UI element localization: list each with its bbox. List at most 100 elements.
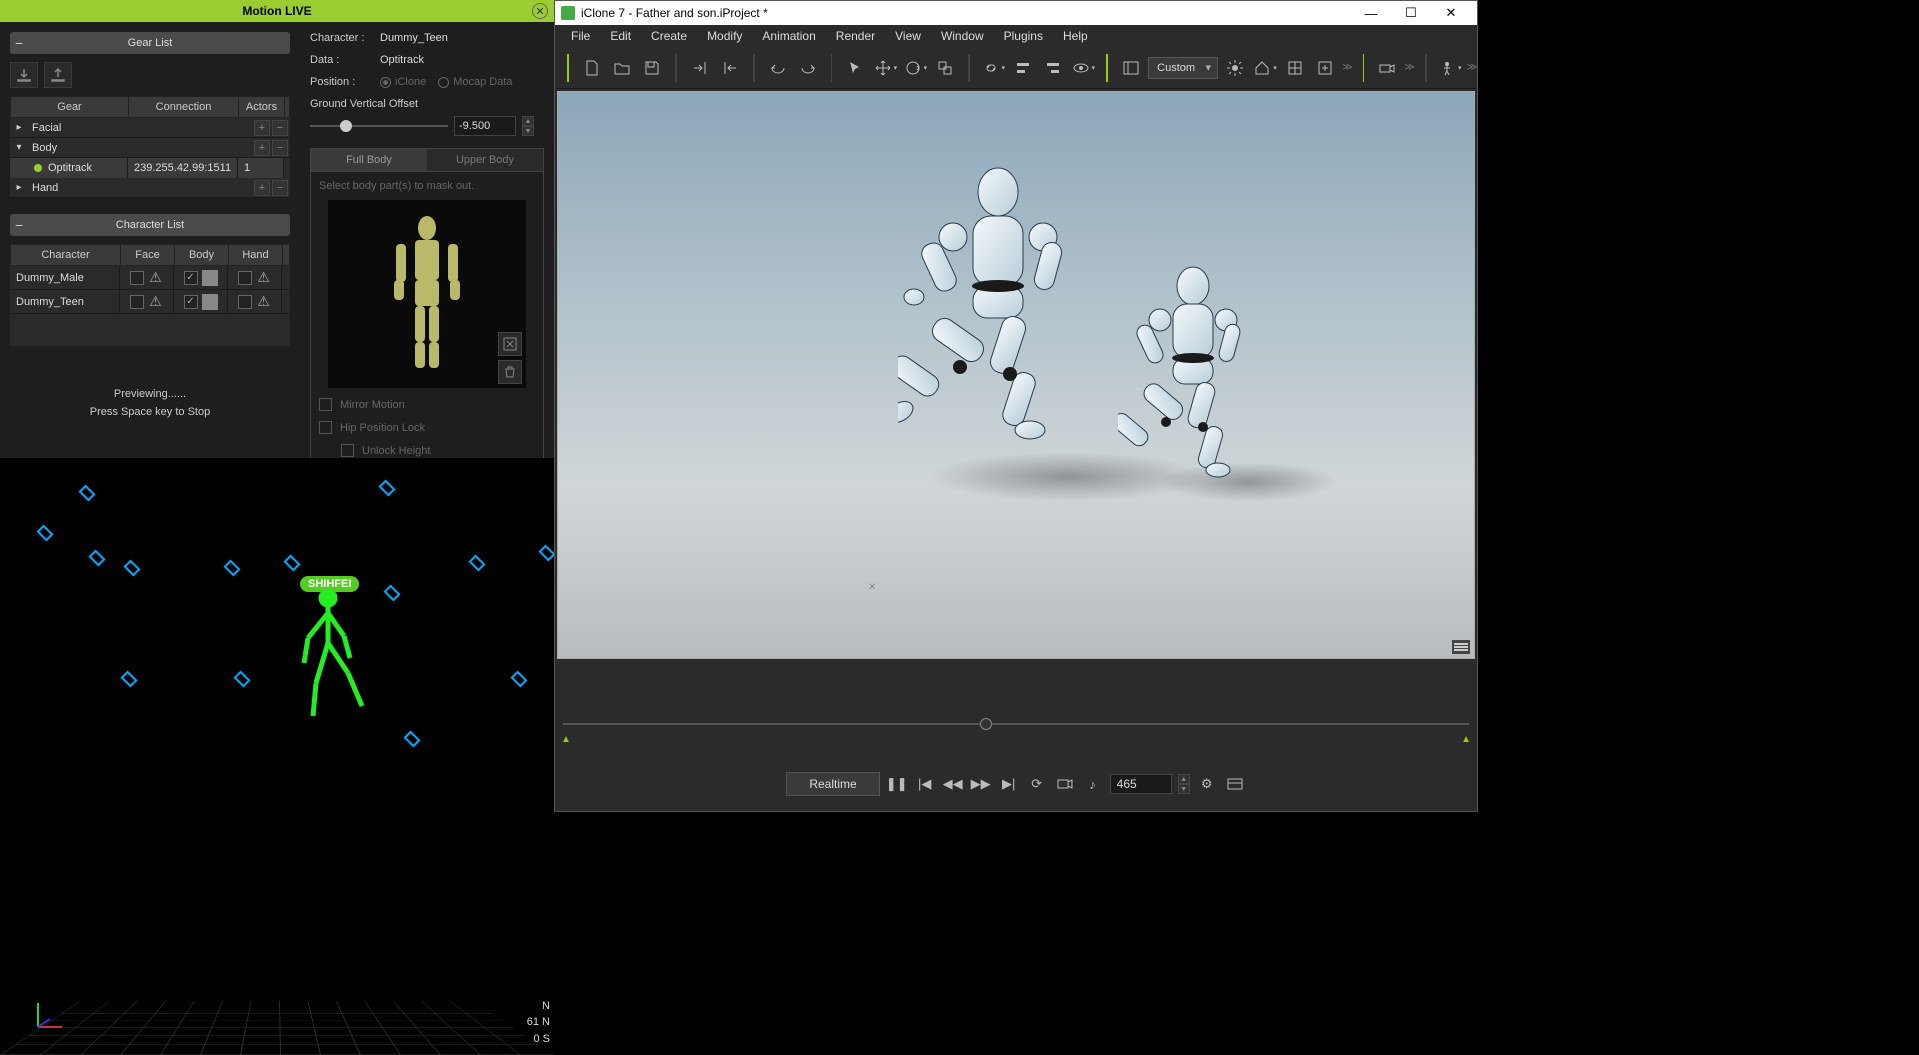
rotate-tool-button[interactable]: ▾: [902, 54, 928, 82]
move-tool-button[interactable]: ▾: [872, 54, 898, 82]
loop-button[interactable]: ⟳: [1026, 773, 1048, 795]
select-tool-button[interactable]: [842, 54, 868, 82]
save-button[interactable]: [639, 54, 665, 82]
camera-button[interactable]: [1374, 54, 1400, 82]
mask-expand-button[interactable]: [498, 332, 522, 356]
settings-button[interactable]: ⚙: [1196, 773, 1218, 795]
snap-button[interactable]: [1282, 54, 1308, 82]
menu-modify[interactable]: Modify: [697, 29, 752, 43]
timeline-track[interactable]: [563, 723, 1469, 725]
maximize-button[interactable]: ☐: [1391, 1, 1431, 25]
slider-thumb[interactable]: [340, 120, 352, 132]
remove-button[interactable]: −: [272, 180, 288, 196]
record-button[interactable]: [1054, 773, 1076, 795]
menu-create[interactable]: Create: [641, 29, 697, 43]
undo-button[interactable]: [765, 54, 791, 82]
add-button[interactable]: +: [254, 120, 270, 136]
expand-icon[interactable]: ▸: [10, 122, 28, 133]
step-fwd-button[interactable]: ▶▶: [970, 773, 992, 795]
spin-up-button[interactable]: ▲: [522, 116, 534, 126]
timeline-playhead[interactable]: [980, 718, 992, 730]
new-file-button[interactable]: [579, 54, 605, 82]
collapse-icon[interactable]: ▾: [10, 142, 28, 153]
playback-mode-button[interactable]: Realtime: [786, 772, 879, 796]
offset-slider[interactable]: [310, 125, 448, 127]
robot-father[interactable]: [898, 162, 1078, 482]
offset-input[interactable]: [454, 116, 516, 136]
gear-import-button[interactable]: [10, 62, 38, 88]
menu-edit[interactable]: Edit: [600, 29, 641, 43]
menu-animation[interactable]: Animation: [752, 29, 825, 43]
remove-button[interactable]: −: [272, 120, 288, 136]
gear-row-optitrack[interactable]: Optitrack 239.255.42.99:1511 1: [10, 158, 290, 178]
remove-button[interactable]: −: [272, 140, 288, 156]
hip-lock-option[interactable]: Hip Position Lock: [319, 421, 535, 434]
menu-window[interactable]: Window: [931, 29, 994, 43]
timeline-end-marker[interactable]: ▲: [1461, 734, 1471, 745]
collapse-icon[interactable]: −: [15, 217, 23, 233]
char-row[interactable]: Dummy_Teen ⚠ ⚠: [10, 290, 290, 314]
import-button[interactable]: [687, 54, 713, 82]
checkbox-icon[interactable]: [319, 421, 332, 434]
frame-down-button[interactable]: ▼: [1178, 784, 1190, 794]
body-icon[interactable]: [202, 270, 218, 286]
add-button[interactable]: +: [254, 180, 270, 196]
toolbar-more-icon[interactable]: ≫: [1342, 62, 1352, 73]
look-at-button[interactable]: ▾: [1070, 54, 1096, 82]
hand-checkbox[interactable]: [238, 271, 252, 285]
motion-live-close-button[interactable]: ✕: [532, 3, 548, 19]
open-file-button[interactable]: [609, 54, 635, 82]
pause-button[interactable]: ❚❚: [886, 773, 908, 795]
export-button[interactable]: [717, 54, 743, 82]
close-button[interactable]: ✕: [1431, 1, 1471, 25]
mask-delete-button[interactable]: [498, 360, 522, 384]
timeline-start-marker[interactable]: ▲: [561, 734, 571, 745]
gear-row-facial[interactable]: ▸ Facial +−: [10, 118, 290, 138]
iclone-viewport[interactable]: ✕: [557, 91, 1475, 659]
timeline-panel-button[interactable]: [1224, 773, 1246, 795]
checkbox-icon[interactable]: [319, 398, 332, 411]
checkbox-icon[interactable]: [341, 444, 354, 457]
scale-tool-button[interactable]: [932, 54, 958, 82]
body-checkbox[interactable]: [184, 295, 198, 309]
robot-son[interactable]: [1118, 262, 1248, 492]
char-row[interactable]: Dummy_Male ⚠ ⚠: [10, 266, 290, 290]
zoom-button[interactable]: [1312, 54, 1338, 82]
toolbar-more-icon[interactable]: ≫: [1404, 62, 1414, 73]
full-body-tab[interactable]: Full Body: [311, 149, 427, 171]
gear-export-button[interactable]: [44, 62, 72, 88]
viewport-menu-button[interactable]: [1452, 640, 1470, 654]
optitrack-viewport[interactable]: SHIHFEI N 61 N 0 S: [0, 458, 554, 1055]
hand-checkbox[interactable]: [238, 295, 252, 309]
iclone-titlebar[interactable]: iClone 7 - Father and son.iProject * — ☐…: [555, 1, 1477, 25]
body-checkbox[interactable]: [184, 271, 198, 285]
shading-mode-select[interactable]: Custom: [1148, 57, 1218, 79]
mask-preview[interactable]: [328, 200, 526, 388]
frame-up-button[interactable]: ▲: [1178, 774, 1190, 784]
viewport-layout-button[interactable]: [1118, 54, 1144, 82]
menu-file[interactable]: File: [561, 29, 600, 43]
menu-help[interactable]: Help: [1053, 29, 1098, 43]
face-checkbox[interactable]: [130, 295, 144, 309]
menu-plugins[interactable]: Plugins: [994, 29, 1053, 43]
align2-button[interactable]: [1040, 54, 1066, 82]
frame-input[interactable]: [1110, 774, 1172, 794]
gear-row-hand[interactable]: ▸ Hand +−: [10, 178, 290, 198]
gear-row-body[interactable]: ▾ Body +−: [10, 138, 290, 158]
go-start-button[interactable]: |◀: [914, 773, 936, 795]
upper-body-tab[interactable]: Upper Body: [427, 149, 543, 171]
light-button[interactable]: [1222, 54, 1248, 82]
position-iclone-radio[interactable]: iClone: [380, 76, 426, 88]
minimize-button[interactable]: —: [1351, 1, 1391, 25]
position-mocap-radio[interactable]: Mocap Data: [438, 76, 512, 88]
align-button[interactable]: [1010, 54, 1036, 82]
face-checkbox[interactable]: [130, 271, 144, 285]
menu-view[interactable]: View: [885, 29, 931, 43]
mirror-motion-option[interactable]: Mirror Motion: [319, 398, 535, 411]
redo-button[interactable]: [795, 54, 821, 82]
link-tool-button[interactable]: ▾: [980, 54, 1006, 82]
menu-render[interactable]: Render: [826, 29, 885, 43]
unlock-height-option[interactable]: Unlock Height: [341, 444, 535, 457]
expand-icon[interactable]: ▸: [10, 182, 28, 193]
step-back-button[interactable]: ◀◀: [942, 773, 964, 795]
